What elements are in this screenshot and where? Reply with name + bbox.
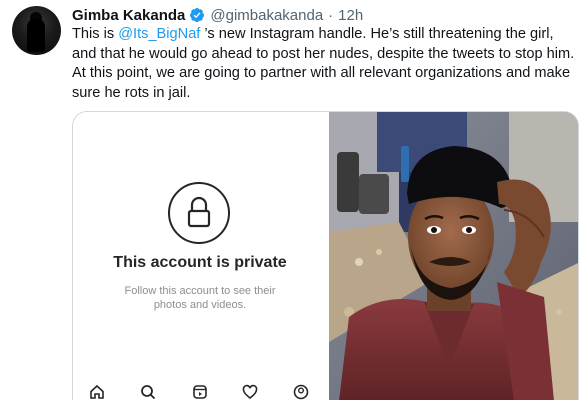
mention-link[interactable]: @Its_BigNaf: [118, 26, 200, 42]
author-name[interactable]: Gimba Kakanda: [72, 7, 185, 24]
private-lock-circle: [168, 182, 230, 244]
selfie-photo: [329, 112, 578, 400]
author-handle[interactable]: @gimbakakanda: [210, 7, 323, 24]
tweet-header: Gimba Kakanda @gimbakakanda · 12h: [72, 6, 363, 24]
tweet-body: This is @Its_BigNaf ’s new Instagram han…: [72, 25, 580, 103]
profile-icon: [293, 384, 309, 400]
tweet-text-part: This is: [72, 26, 119, 42]
heart-icon: [242, 384, 258, 400]
instagram-screenshot-image[interactable]: This account is private Follow this acco…: [73, 112, 327, 400]
private-account-title: This account is private: [113, 254, 287, 271]
avatar-silhouette-body: [27, 18, 45, 52]
header-separator: ·: [328, 6, 334, 24]
verified-badge-icon: [190, 8, 205, 22]
tweet-media-grid[interactable]: This account is private Follow this acco…: [72, 111, 579, 400]
search-icon: [141, 385, 156, 400]
private-account-subtitle: Follow this account to see their photos …: [124, 285, 276, 311]
instagram-bottom-nav: [73, 380, 327, 400]
reels-icon: [193, 385, 207, 399]
lock-icon: [187, 196, 211, 228]
author-avatar[interactable]: [12, 6, 61, 55]
home-icon: [90, 384, 104, 399]
selfie-photo-image[interactable]: [329, 112, 578, 400]
tweet-timestamp[interactable]: 12h: [338, 7, 363, 24]
